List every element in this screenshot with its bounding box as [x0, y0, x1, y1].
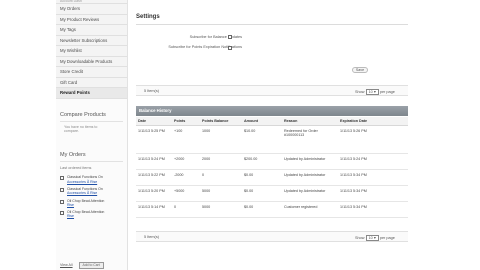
pager-per-page-label: per page [379, 235, 395, 240]
pager-per-page-label: per page [379, 89, 395, 94]
per-page-select[interactable]: 10 ▾ [365, 88, 379, 95]
last-ordered-item: Classical Functions On Accessories Ã Rise [60, 175, 123, 184]
cell-balance: 2000 [200, 153, 242, 170]
order-item-link[interactable]: Rise [67, 214, 74, 218]
account-sidebar: Account Dash My Orders My Product Review… [56, 0, 128, 270]
per-page-select[interactable]: 10 ▾ [365, 234, 379, 241]
order-item-link[interactable]: Accessories Ã Rise [67, 191, 97, 195]
cell-reason: Updated by Administrator [282, 185, 338, 202]
cell-expiration: 1/11/13 5:34 PM [338, 185, 408, 202]
settings-divider [136, 24, 408, 25]
cell-expiration: 1/11/13 5:26 PM [338, 125, 408, 154]
cell-reason: Updated by Administrator [282, 169, 338, 186]
cell-expiration: 1/11/13 5:34 PM [338, 169, 408, 186]
cell-points: +5000 [172, 185, 200, 202]
compare-products-title: Compare Products [60, 108, 123, 122]
order-item-link[interactable]: Accessories Ã Rise [67, 180, 97, 184]
sidebar-item-my-orders[interactable]: My Orders [56, 4, 127, 15]
sidebar-item-gift-card[interactable]: Gift Card [56, 77, 127, 88]
column-header-date: Date [136, 117, 172, 126]
column-header-points-balance: Points Balance [200, 117, 242, 126]
last-ordered-item: Oil Chop Bead Attention Rise [60, 199, 123, 208]
pager-show-label: Show [355, 89, 365, 94]
compare-empty-text: You have no items to compare. [64, 124, 98, 133]
order-item-checkbox[interactable] [60, 211, 64, 216]
view-all-link[interactable]: View All [60, 263, 73, 267]
per-page-value: 10 [368, 89, 373, 94]
order-item-link[interactable]: Rise [67, 203, 74, 207]
last-ordered-subtitle: Last ordered items [60, 166, 92, 171]
cell-date: 1/11/13 5:14 PM [136, 201, 172, 218]
cell-expiration: 1/11/13 5:24 PM [338, 153, 408, 170]
cell-balance: 5000 [200, 201, 242, 218]
sidebar-item-reward-points[interactable]: Reward Points [56, 88, 127, 99]
pager-top: 5 Item(s) Show 10 ▾ per page [136, 85, 408, 96]
cell-amount: $10.00 [242, 125, 282, 154]
last-ordered-item: Classical Functions On Accessories Ã Rise [60, 187, 123, 196]
cell-date: 1/11/13 5:25 PM [136, 125, 172, 154]
my-orders-title: My Orders [60, 148, 123, 163]
cell-balance: 5000 [200, 185, 242, 202]
cell-date: 1/11/13 5:24 PM [136, 153, 172, 170]
cell-amount: $200.00 [242, 153, 282, 170]
add-to-cart-button[interactable]: Add to Cart [78, 262, 104, 269]
sidebar-item-product-reviews[interactable]: My Product Reviews [56, 14, 127, 25]
save-button[interactable]: Save [352, 67, 368, 73]
order-item-checkbox[interactable] [60, 199, 64, 204]
account-nav: Account Dash My Orders My Product Review… [56, 0, 127, 99]
pager-show-label: Show [355, 235, 365, 240]
cell-amount: $0.00 [242, 169, 282, 186]
cell-balance: 0 [200, 169, 242, 186]
column-header-points: Points [172, 117, 200, 126]
order-item-checkbox[interactable] [60, 176, 64, 181]
last-ordered-item: Oil Chop Bead Attention Rise [60, 210, 123, 219]
pager-bottom: 5 Item(s) Show 10 ▾ per page [136, 231, 408, 242]
points-expiration-checkbox[interactable] [228, 46, 232, 50]
cell-points: +100 [172, 125, 200, 154]
balance-history-table: Date Points Points Balance Amount Reason… [136, 117, 408, 218]
cell-reason: Redeemed for Order #100000113 [282, 125, 338, 154]
settings-title: Settings [136, 14, 160, 20]
pager-item-count: 5 Item(s) [144, 235, 159, 239]
pager-item-count: 5 Item(s) [144, 89, 159, 93]
per-page-value: 10 [368, 235, 373, 240]
cell-amount: $0.00 [242, 201, 282, 218]
sidebar-item-wishlist[interactable]: My Wishlist [56, 46, 127, 57]
table-row: 1/11/13 5:14 PM 0 5000 $0.00 Customer re… [136, 201, 408, 218]
table-header-row: Date Points Points Balance Amount Reason… [136, 117, 408, 126]
my-orders-block: My Orders Last ordered items Classical F… [56, 148, 127, 218]
column-header-reason: Reason [282, 117, 338, 126]
sidebar-item-downloadable-products[interactable]: My Downloadable Products [56, 56, 127, 67]
cell-date: 1/11/13 5:22 PM [136, 169, 172, 186]
cell-balance: 1000 [200, 125, 242, 154]
table-row: 1/11/13 5:22 PM -2000 0 $0.00 Updated by… [136, 169, 408, 186]
column-header-expiration-date: Expiration Date [338, 117, 408, 126]
cell-reason: Updated by Administrator [282, 153, 338, 170]
points-expiration-label: Subscribe for Points Expiration Notifica… [168, 45, 242, 49]
balance-updates-label: Subscribe for Balance Updates [189, 35, 242, 39]
compare-products-block: Compare Products You have no items to co… [56, 108, 127, 134]
sidebar-item-newsletter[interactable]: Newsletter Subscriptions [56, 35, 127, 46]
column-header-amount: Amount [242, 117, 282, 126]
sidebar-item-store-credit[interactable]: Store Credit [56, 67, 127, 78]
orders-footer: View All Add to Cart [60, 262, 104, 269]
cell-points: 0 [172, 201, 200, 218]
balance-history-title: Balance History [136, 106, 408, 116]
cell-points: -2000 [172, 169, 200, 186]
sidebar-item-my-tags[interactable]: My Tags [56, 25, 127, 36]
cell-points: +2000 [172, 153, 200, 170]
pager-limiter: Show 10 ▾ per page [355, 88, 395, 95]
pager-limiter: Show 10 ▾ per page [355, 234, 395, 241]
table-row: 1/11/13 5:24 PM +2000 2000 $200.00 Updat… [136, 153, 408, 170]
cell-expiration: 1/11/13 5:34 PM [338, 201, 408, 218]
balance-updates-checkbox[interactable] [228, 35, 232, 39]
cell-amount: $0.00 [242, 185, 282, 202]
reward-points-main: Settings Subscribe for Balance Updates S… [132, 0, 412, 270]
cell-reason: Customer registered [282, 201, 338, 218]
table-row: 1/11/13 5:25 PM +100 1000 $10.00 Redeeme… [136, 125, 408, 154]
cell-date: 1/11/13 5:20 PM [136, 185, 172, 202]
order-item-checkbox[interactable] [60, 187, 64, 192]
table-row: 1/11/13 5:20 PM +5000 5000 $0.00 Updated… [136, 185, 408, 202]
